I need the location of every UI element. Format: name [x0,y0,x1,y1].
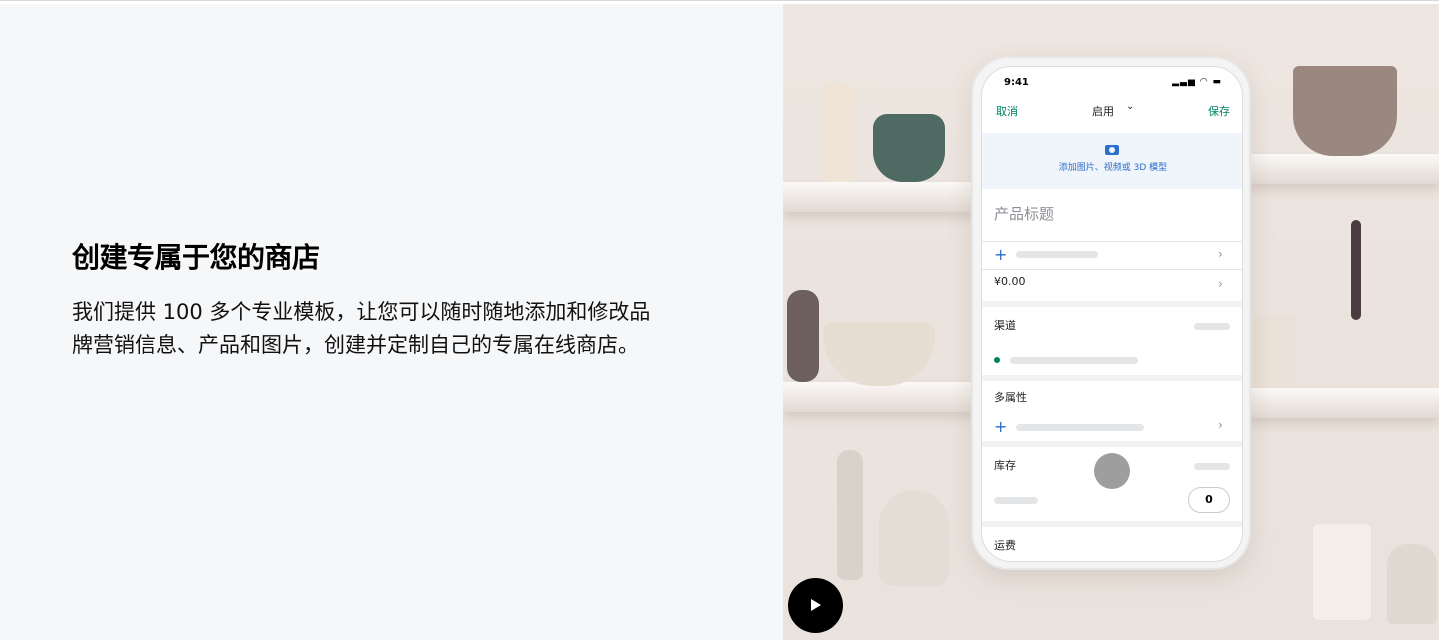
chevron-down-icon: ⌄ [1126,101,1135,112]
placeholder-bar [1194,463,1230,470]
placeholder-bar [1016,251,1098,258]
plus-icon[interactable]: + [994,247,1007,263]
cup-white [1313,524,1371,620]
feature-headline: 创建专属于您的商店 [72,241,320,274]
section-gap [982,441,1242,447]
cup-cream [1253,314,1297,388]
add-media-label: 添加图片、视频或 3D 模型 [1058,163,1168,173]
play-icon [811,599,821,611]
candle-dark [1351,220,1361,320]
price-field[interactable]: ¥0.00 [994,275,1026,288]
touch-indicator [1094,453,1130,489]
placeholder-bar [1016,424,1144,431]
divider [982,241,1242,242]
section-gap [982,375,1242,381]
wifi-icon: ◠ [1199,77,1209,87]
shipping-label: 运费 [994,539,1016,552]
battery-icon: ▬ [1212,77,1222,87]
section-gap [982,301,1242,307]
play-button[interactable] [788,578,843,633]
feature-description: 我们提供 100 多个专业模板，让您可以随时随地添加和修改品牌营销信息、产品和图… [72,300,651,357]
channel-status-dot [994,357,1000,363]
chevron-right-icon: › [1218,277,1223,291]
bottle-dark [787,290,819,382]
section-gap [982,521,1242,527]
shelf-right-middle [1249,388,1439,418]
signal-icon: ▂▃▅ [1172,77,1196,87]
status-time: 9:41 [1004,77,1029,88]
feature-text-section: 创建专属于您的商店 我们提供 100 多个专业模板，让您可以随时随地添加和修改品… [0,4,783,640]
add-media-area[interactable]: 添加图片、视频或 3D 模型 [982,133,1242,189]
vase-cream [823,82,853,182]
chevron-right-icon: › [1218,418,1223,432]
cancel-button[interactable]: 取消 [996,103,1018,119]
variants-label: 多属性 [994,391,1027,404]
feature-video-panel[interactable]: 9:41 ▂▃▅ ◠ ▬ 取消 启用 ⌄ 保存 添加图片、视频或 3D 模型 产… [783,4,1439,640]
shelf-left-top [783,182,973,212]
save-button[interactable]: 保存 [1208,103,1230,119]
stacked-bowls [1293,66,1397,156]
plus-icon[interactable]: + [994,419,1007,435]
status-select[interactable]: 启用 [1092,103,1114,119]
phone-mockup: 9:41 ▂▃▅ ◠ ▬ 取消 启用 ⌄ 保存 添加图片、视频或 3D 模型 产… [971,56,1251,570]
channels-label: 渠道 [994,319,1016,332]
placeholder-bar [994,497,1038,504]
status-icons: ▂▃▅ ◠ ▬ [1172,77,1222,87]
phone-screen: 9:41 ▂▃▅ ◠ ▬ 取消 启用 ⌄ 保存 添加图片、视频或 3D 模型 产… [981,66,1243,562]
camera-icon [1105,145,1119,155]
divider [982,269,1242,270]
placeholder-bar [1010,357,1138,364]
vase-round-grey [879,490,949,586]
shelf-left-middle [783,382,973,412]
inventory-quantity-field[interactable]: 0 [1188,487,1230,513]
vase-small-grey [1387,544,1437,624]
placeholder-bar [1194,323,1230,330]
inventory-label: 库存 [994,459,1016,472]
shelf-right-top [1249,154,1439,184]
vase-tall-grey [837,450,863,580]
chevron-right-icon: › [1218,247,1223,261]
bowl-teal [873,114,945,182]
product-title-input[interactable]: 产品标题 [994,203,1054,224]
